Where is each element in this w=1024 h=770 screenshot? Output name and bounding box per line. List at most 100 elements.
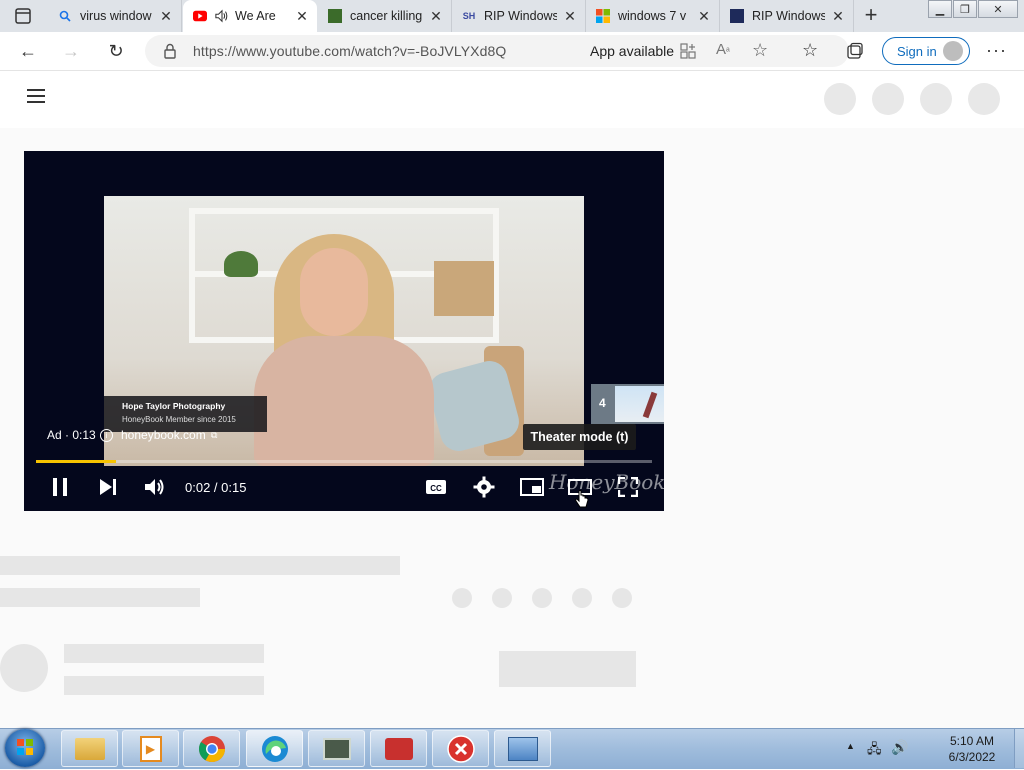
tab-youtube-active[interactable]: We Are ✕ bbox=[183, 0, 317, 32]
settings-more-button[interactable]: ··· bbox=[986, 40, 1007, 61]
taskbar-toolbox[interactable] bbox=[370, 730, 427, 767]
action-placeholder-circle bbox=[492, 588, 512, 608]
tab-virus-windows[interactable]: virus window ✕ bbox=[48, 0, 182, 32]
media-player-icon: ▶ bbox=[139, 735, 162, 762]
taskbar-media-player[interactable]: ▶ bbox=[122, 730, 179, 767]
volume-icon bbox=[145, 479, 164, 495]
tab-title: windows 7 v bbox=[618, 9, 687, 23]
show-desktop-button[interactable] bbox=[1014, 729, 1024, 768]
advertiser-info-box: Hope Taylor Photography HoneyBook Member… bbox=[104, 396, 267, 432]
settings-button[interactable] bbox=[472, 474, 496, 500]
forward-button[interactable]: → bbox=[60, 40, 82, 62]
add-favorite-icon[interactable]: ☆ bbox=[752, 40, 768, 61]
search-icon bbox=[58, 9, 72, 23]
ad-domain-link[interactable]: honeybook.com bbox=[121, 428, 206, 442]
cc-icon: CC bbox=[426, 480, 446, 494]
back-button[interactable]: ← bbox=[17, 40, 39, 62]
favorites-icon[interactable]: ☆ bbox=[802, 40, 818, 61]
show-hidden-icons[interactable]: ▲ bbox=[846, 741, 855, 751]
external-link-icon: ⧉ bbox=[211, 430, 218, 440]
svg-text:CC: CC bbox=[430, 484, 442, 493]
progress-track[interactable] bbox=[36, 460, 652, 463]
network-monitor-icon bbox=[322, 737, 351, 760]
taskbar-edge[interactable] bbox=[246, 730, 303, 767]
gear-icon bbox=[473, 476, 495, 498]
minimize-icon: ▁ bbox=[935, 3, 945, 16]
windows-explorer-icon bbox=[74, 737, 105, 760]
close-tab-icon[interactable]: ✕ bbox=[831, 8, 845, 25]
progress-played bbox=[36, 460, 117, 463]
subscribe-placeholder bbox=[499, 651, 636, 687]
close-tab-icon[interactable]: ✕ bbox=[429, 8, 443, 25]
presenter-body bbox=[254, 336, 434, 466]
action-placeholder-circle bbox=[612, 588, 632, 608]
taskbar-network-monitor[interactable] bbox=[308, 730, 365, 767]
close-tab-icon[interactable]: ✕ bbox=[697, 8, 711, 25]
sh-icon: SH bbox=[462, 11, 476, 21]
subtitle-placeholder bbox=[0, 588, 200, 607]
sign-in-label: Sign in bbox=[897, 43, 937, 59]
fullscreen-button[interactable] bbox=[616, 474, 640, 500]
taskbar-error-app[interactable] bbox=[432, 730, 489, 767]
channel-name-placeholder bbox=[64, 644, 264, 663]
system-clock[interactable]: 5:10 AM 6/3/2022 bbox=[932, 733, 1012, 765]
tab-actions-button[interactable] bbox=[14, 7, 32, 25]
watermark-logo: HoneyBook bbox=[549, 470, 666, 494]
close-tab-icon[interactable]: ✕ bbox=[159, 8, 173, 25]
menu-icon[interactable] bbox=[27, 89, 45, 105]
fullscreen-icon bbox=[618, 477, 638, 497]
next-button[interactable] bbox=[96, 474, 120, 500]
miniplayer-icon bbox=[520, 478, 544, 496]
presenter-face bbox=[300, 248, 368, 336]
image-icon bbox=[328, 9, 342, 23]
close-tab-icon[interactable]: ✕ bbox=[563, 8, 577, 25]
read-aloud-icon[interactable]: Aᵃ bbox=[716, 41, 730, 58]
back-arrow-icon: ← bbox=[19, 40, 37, 61]
refresh-button[interactable]: ↻ bbox=[105, 40, 127, 62]
close-tab-icon[interactable]: ✕ bbox=[295, 8, 309, 25]
tab-title: We Are bbox=[235, 9, 276, 23]
captions-button[interactable]: CC bbox=[424, 474, 448, 500]
collections-icon[interactable] bbox=[846, 42, 864, 60]
tab-cancer-killing[interactable]: cancer killing ✕ bbox=[318, 0, 452, 32]
edge-icon bbox=[261, 735, 288, 762]
refresh-icon: ↻ bbox=[108, 40, 124, 61]
tab-rip-windows-1[interactable]: SH RIP Windows ✕ bbox=[452, 0, 586, 32]
action-placeholder-circle bbox=[532, 588, 552, 608]
miniplayer-button[interactable] bbox=[519, 474, 545, 500]
clock-date: 6/3/2022 bbox=[948, 750, 996, 764]
taskbar-explorer[interactable] bbox=[61, 730, 118, 767]
url-text[interactable]: https://www.youtube.com/watch?v=-BoJVLYX… bbox=[193, 43, 506, 59]
info-icon[interactable]: i bbox=[100, 429, 113, 442]
taskbar-control-panel[interactable] bbox=[494, 730, 551, 767]
toolbox-icon bbox=[384, 737, 413, 760]
video-player[interactable]: Hope Taylor Photography HoneyBook Member… bbox=[24, 151, 664, 511]
lock-icon[interactable] bbox=[163, 43, 177, 59]
preview-number: 4 bbox=[599, 396, 606, 410]
restore-icon: ❐ bbox=[960, 3, 970, 16]
maximize-button[interactable]: ❐ bbox=[953, 0, 977, 18]
site-icon bbox=[730, 9, 744, 23]
volume-button[interactable] bbox=[143, 474, 167, 500]
speaker-icon[interactable] bbox=[215, 9, 229, 23]
start-button[interactable] bbox=[5, 729, 45, 767]
tab-title: RIP Windows bbox=[484, 9, 557, 23]
box-image bbox=[434, 261, 494, 316]
tab-windows-7[interactable]: windows 7 v ✕ bbox=[586, 0, 720, 32]
minimize-button[interactable]: ▁ bbox=[928, 0, 952, 18]
new-tab-button[interactable]: + bbox=[860, 4, 882, 27]
pause-button[interactable] bbox=[48, 474, 72, 500]
tab-rip-windows-2[interactable]: RIP Windows ✕ bbox=[720, 0, 854, 32]
profile-avatar-icon[interactable] bbox=[943, 41, 963, 61]
network-icon[interactable]: 🖧 bbox=[867, 740, 882, 762]
channel-avatar-placeholder bbox=[0, 644, 48, 692]
app-available-label[interactable]: App available bbox=[590, 43, 674, 59]
advertiser-sub: HoneyBook Member since 2015 bbox=[122, 415, 236, 424]
volume-tray-icon[interactable]: 🔊 bbox=[891, 739, 908, 756]
channel-subs-placeholder bbox=[64, 676, 264, 695]
taskbar-chrome[interactable] bbox=[183, 730, 240, 767]
app-install-icon[interactable] bbox=[680, 43, 696, 59]
error-icon bbox=[446, 734, 475, 763]
plant-image bbox=[224, 251, 258, 277]
close-window-button[interactable]: ✕ bbox=[978, 0, 1018, 18]
